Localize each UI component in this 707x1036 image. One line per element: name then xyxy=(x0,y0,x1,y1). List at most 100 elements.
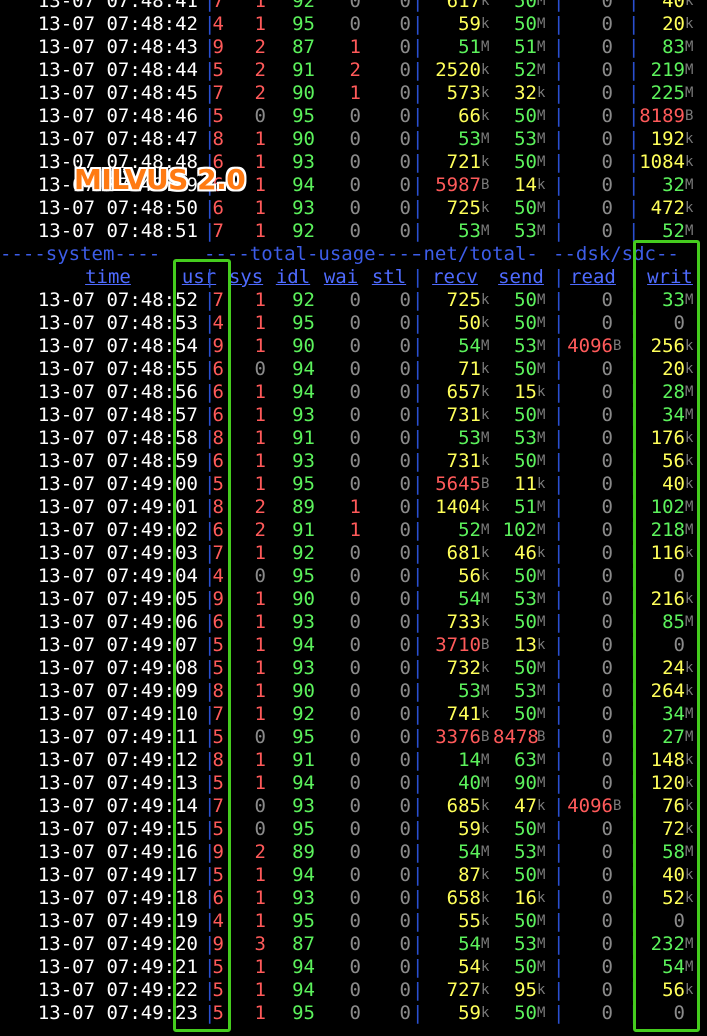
cell-stl: 0 xyxy=(399,82,411,104)
cell-read: 0 xyxy=(601,1002,613,1024)
column-separator: | xyxy=(412,450,424,472)
cell-writ: 54 xyxy=(662,956,685,978)
cell-recv: 731 xyxy=(446,404,481,426)
cell-read-unit xyxy=(613,197,625,220)
cell-read: 0 xyxy=(601,519,613,541)
cell-writ: 0 xyxy=(673,1002,685,1024)
cell-stl: 0 xyxy=(399,496,411,518)
cell-idl: 95 xyxy=(292,1002,315,1024)
cell-wai: 1 xyxy=(349,496,361,518)
table-row: 13-07 07:48:58 8 1 91 0 0 53 M 53 M 0 176 k | | | | xyxy=(0,427,707,450)
cell-wai: 0 xyxy=(349,381,361,403)
cell-idl: 94 xyxy=(292,634,315,656)
cell-writ-unit: M xyxy=(685,62,694,78)
cell-idl: 93 xyxy=(292,795,315,817)
cell-time: 13-07 07:49:22 xyxy=(37,979,198,1001)
table-row: 13-07 07:49:10 7 1 92 0 0 741 k 50 M 0 34 M | | | | xyxy=(0,703,707,726)
column-separator: | xyxy=(553,496,565,518)
cell-recv-unit: M xyxy=(481,775,490,791)
cell-send: 50 xyxy=(514,105,537,127)
cell-wai: 1 xyxy=(349,82,361,104)
column-separator: | xyxy=(553,634,565,656)
column-separator: | xyxy=(628,197,640,219)
cell-recv-unit: k xyxy=(481,62,490,78)
cell-send-unit: k xyxy=(537,798,546,814)
cell-recv: 54 xyxy=(458,956,481,978)
column-separator: | xyxy=(628,289,640,311)
cell-sys: 1 xyxy=(254,197,266,219)
cell-read-unit xyxy=(613,749,625,772)
cell-send-unit: M xyxy=(537,821,546,837)
cell-stl: 0 xyxy=(399,703,411,725)
cell-read-unit xyxy=(613,473,625,496)
cell-time: 13-07 07:48:55 xyxy=(37,358,198,380)
cell-stl: 0 xyxy=(399,542,411,564)
cell-send-unit: M xyxy=(537,338,546,354)
cell-idl: 93 xyxy=(292,404,315,426)
table-row: 13-07 07:48:47 8 1 90 0 0 53 M 53 M 0 192 k | | | | xyxy=(0,128,707,151)
cell-time: 13-07 07:49:11 xyxy=(37,726,198,748)
cell-time: 13-07 07:48:51 xyxy=(37,220,198,242)
table-row: 13-07 07:48:53 4 1 95 0 0 50 k 50 M 0 0 | | | | xyxy=(0,312,707,335)
cell-send: 53 xyxy=(514,588,537,610)
cell-read-unit xyxy=(613,726,625,749)
cell-send-unit: M xyxy=(537,522,546,538)
cell-read-unit xyxy=(613,818,625,841)
cell-read: 0 xyxy=(601,312,613,334)
cell-send: 50 xyxy=(514,818,537,840)
cell-time: 13-07 07:48:45 xyxy=(37,82,198,104)
cell-wai: 0 xyxy=(349,611,361,633)
cell-writ-unit: k xyxy=(685,16,694,32)
cell-sys: 0 xyxy=(254,726,266,748)
cell-wai: 0 xyxy=(349,588,361,610)
cell-time: 13-07 07:49:14 xyxy=(37,795,198,817)
cell-stl: 0 xyxy=(399,427,411,449)
terminal-window[interactable]: 13-07 07:48:41 7 1 92 0 0 617 k 50 M 0 40 k | | | | 13-07… xyxy=(0,0,707,1036)
cell-writ-unit: M xyxy=(685,177,694,193)
cell-writ-unit xyxy=(685,565,699,588)
column-separator: | xyxy=(412,496,424,518)
cell-send-unit: B xyxy=(537,729,546,745)
cell-recv-unit: k xyxy=(481,1005,490,1021)
cell-send: 13 xyxy=(514,634,537,656)
cell-wai: 0 xyxy=(349,289,361,311)
cell-wai: 0 xyxy=(349,473,361,495)
column-separator: | xyxy=(412,887,424,909)
cell-send: 90 xyxy=(514,772,537,794)
cell-writ: 40 xyxy=(662,0,685,12)
cell-recv-unit: k xyxy=(481,108,490,124)
cell-sys: 1 xyxy=(254,427,266,449)
cell-stl: 0 xyxy=(399,1002,411,1024)
column-header-stl: stl xyxy=(371,266,407,288)
cell-recv: 732 xyxy=(446,657,481,679)
column-separator: | xyxy=(204,864,216,886)
cell-recv-unit: k xyxy=(481,867,490,883)
cell-sys: 1 xyxy=(254,588,266,610)
table-row: 13-07 07:49:00 5 1 95 0 0 5645 B 11 k 0 40 k | | | | xyxy=(0,473,707,496)
cell-read-unit xyxy=(613,910,625,933)
cell-send: 51 xyxy=(514,496,537,518)
cell-sys: 1 xyxy=(254,772,266,794)
column-separator: | xyxy=(204,289,216,311)
column-separator: | xyxy=(412,657,424,679)
cell-writ: 232 xyxy=(650,933,685,955)
cell-wai: 0 xyxy=(349,128,361,150)
table-row: 13-07 07:49:02 6 2 91 1 0 52 M 102 M 0 218 M | | | | xyxy=(0,519,707,542)
cell-recv-unit: M xyxy=(481,591,490,607)
column-separator: | xyxy=(628,151,640,173)
cell-read: 0 xyxy=(601,289,613,311)
cell-send-unit: M xyxy=(537,131,546,147)
table-row: 13-07 07:48:41 7 1 92 0 0 617 k 50 M 0 40 k | | | | xyxy=(0,0,707,13)
cell-read-unit xyxy=(613,542,625,565)
cell-wai: 0 xyxy=(349,312,361,334)
cell-recv-unit: M xyxy=(481,936,490,952)
group-header: -net/total- xyxy=(412,243,538,265)
cell-wai: 0 xyxy=(349,933,361,955)
column-separator: | xyxy=(553,749,565,771)
cell-wai: 0 xyxy=(349,657,361,679)
cell-writ: 218 xyxy=(650,519,685,541)
cell-recv: 721 xyxy=(446,151,481,173)
cell-writ-unit: k xyxy=(685,890,694,906)
cell-send-unit: k xyxy=(537,637,546,653)
column-separator: | xyxy=(553,220,565,242)
